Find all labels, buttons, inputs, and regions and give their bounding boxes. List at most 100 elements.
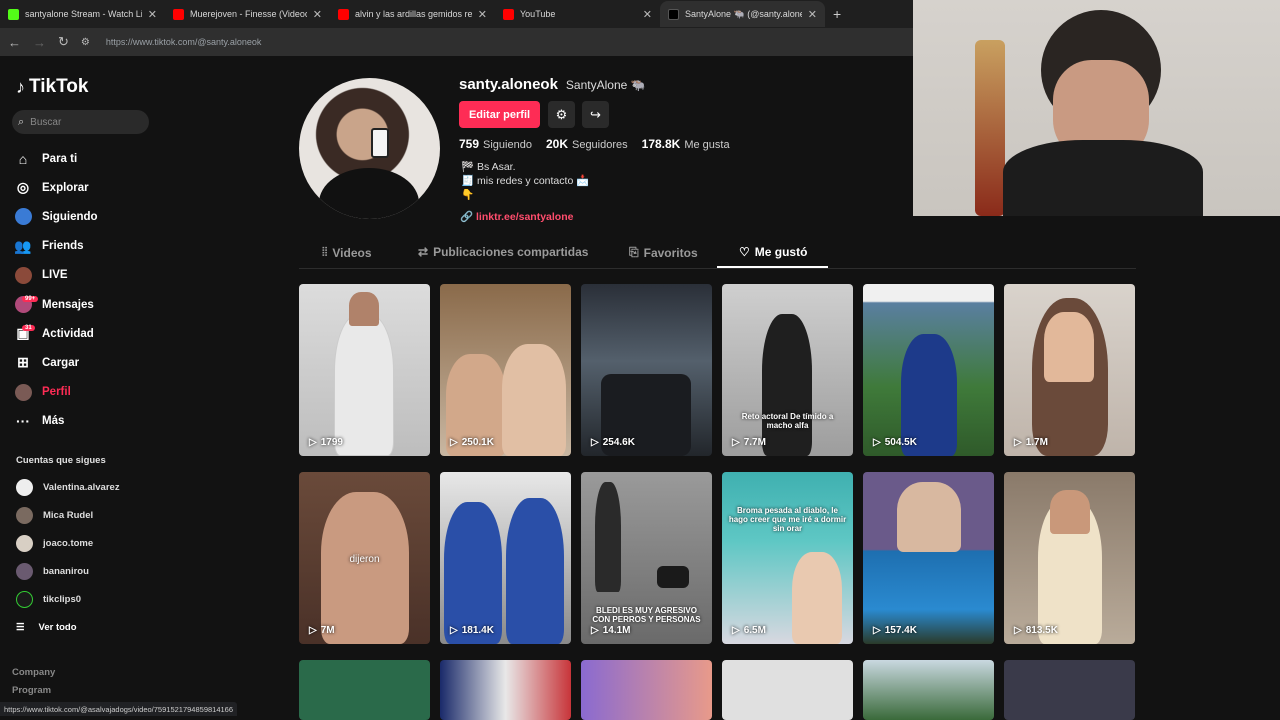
youtube-icon — [338, 8, 349, 20]
close-tab-icon[interactable]: ✕ — [148, 8, 157, 21]
views-text: 181.4K — [461, 625, 494, 636]
profile-link[interactable]: 🔗 linktr.ee/santyalone — [460, 210, 573, 223]
close-tab-icon[interactable]: ✕ — [313, 8, 322, 21]
play-icon: ▷ — [732, 625, 740, 636]
search-placeholder: Buscar — [30, 116, 62, 128]
avatar — [16, 506, 33, 524]
grid-icon: ⦙⦙ — [322, 245, 328, 259]
nav-mas[interactable]: ··· Más — [14, 407, 98, 436]
avatar — [16, 562, 33, 580]
kick-icon — [8, 8, 19, 20]
video-card[interactable]: ▷ 250.1K — [440, 284, 571, 456]
close-tab-icon[interactable]: ✕ — [808, 8, 817, 21]
video-card[interactable]: ▷ 1.7M — [1004, 284, 1135, 456]
video-card[interactable]: ▷ 1799 — [299, 284, 430, 456]
compass-icon: ◎ — [16, 179, 30, 196]
video-card[interactable] — [863, 660, 994, 720]
sidebar-footer: Company Program — [12, 664, 55, 700]
play-icon: ▷ — [591, 625, 599, 636]
video-card[interactable]: Broma pesada al diablo, le hago creer qu… — [722, 472, 853, 644]
new-tab-icon[interactable]: + — [825, 6, 841, 22]
video-card[interactable]: BLEDI ES MUY AGRESIVO CON PERROS Y PERSO… — [581, 472, 712, 644]
following-account[interactable]: tikclips0 — [16, 585, 120, 613]
url-field[interactable]: https://www.tiktok.com/@santy.aloneok — [106, 37, 262, 47]
tab-liked[interactable]: ♡ Me gustó — [739, 245, 807, 259]
settings-icon[interactable]: ⚙ — [548, 101, 575, 128]
webcam-overlay — [913, 0, 1280, 216]
nav-siguiendo[interactable]: Siguiendo — [14, 202, 98, 231]
tab-label: Publicaciones compartidas — [433, 245, 589, 259]
close-tab-icon[interactable]: ✕ — [643, 8, 652, 21]
video-card[interactable] — [299, 660, 430, 720]
tiktok-icon — [668, 8, 679, 20]
tab-videos[interactable]: ⦙⦙ Videos — [322, 245, 372, 260]
video-card[interactable] — [1004, 660, 1135, 720]
stat-following[interactable]: 759 Siguiendo — [459, 137, 532, 151]
view-count: ▷ 181.4K — [450, 625, 494, 636]
browser-tab[interactable]: YouTube ✕ — [495, 1, 660, 27]
share-icon[interactable]: ↪ — [582, 101, 609, 128]
video-caption: BLEDI ES MUY AGRESIVO CON PERROS Y PERSO… — [592, 606, 701, 624]
nav-label: Explorar — [42, 181, 89, 194]
tab-title: alvin y las ardillas gemidos resu — [355, 9, 472, 19]
footer-link-program[interactable]: Program — [12, 682, 55, 700]
browser-tab[interactable]: santyalone Stream - Watch Live ✕ — [0, 1, 165, 27]
play-icon: ▷ — [450, 437, 458, 448]
address-bar: ← → ↻ ⚙ https://www.tiktok.com/@santy.al… — [0, 28, 913, 56]
video-card[interactable]: dijeron ▷ 7M — [299, 472, 430, 644]
search-input[interactable]: ⌕ Buscar — [12, 110, 149, 134]
video-card[interactable] — [581, 660, 712, 720]
stat-followers[interactable]: 20K Seguidores — [546, 137, 628, 151]
close-tab-icon[interactable]: ✕ — [478, 8, 487, 21]
nav-para-ti[interactable]: ⌂ Para ti — [14, 144, 98, 173]
view-count: ▷ 504.5K — [873, 437, 917, 448]
tab-favorites[interactable]: ⎘ Favoritos — [629, 245, 698, 260]
following-account[interactable]: Mica Rudel — [16, 501, 120, 529]
tab-label: Favoritos — [643, 245, 698, 260]
back-icon[interactable]: ← — [8, 35, 21, 50]
browser-tab-strip: santyalone Stream - Watch Live ✕ Muerejov… — [0, 0, 913, 28]
see-all-link[interactable]: ☰ Ver todo — [16, 622, 77, 633]
edit-profile-button[interactable]: Editar perfil — [459, 101, 540, 128]
video-card[interactable] — [440, 660, 571, 720]
views-text: 504.5K — [884, 437, 917, 448]
play-icon: ▷ — [309, 625, 317, 636]
heart-icon: ♡ — [739, 245, 750, 259]
nav-perfil[interactable]: Perfil — [14, 378, 98, 407]
video-card[interactable]: ▷ 504.5K — [863, 284, 994, 456]
reload-icon[interactable]: ↻ — [58, 34, 69, 50]
stat-label: Siguiendo — [483, 139, 532, 151]
nav-mensajes[interactable]: 99+ Mensajes — [14, 290, 98, 319]
tiktok-logo[interactable]: ♪ TikTok — [16, 76, 88, 98]
video-card[interactable]: ▷ 181.4K — [440, 472, 571, 644]
video-card[interactable] — [722, 660, 853, 720]
account-name: tikclips0 — [43, 593, 82, 605]
video-card[interactable]: ▷ 813.5K — [1004, 472, 1135, 644]
nav-friends[interactable]: 👥 Friends — [14, 232, 98, 261]
tab-title: SantyAlone 🐃 (@santy.aloneok — [685, 8, 802, 19]
nav-actividad[interactable]: ▣ 31 Actividad — [14, 319, 98, 348]
following-account[interactable]: bananirou — [16, 557, 120, 585]
browser-tab[interactable]: alvin y las ardillas gemidos resu ✕ — [330, 1, 495, 27]
video-card[interactable]: Reto actoral De tímido a macho alfa ▷ 7.7… — [722, 284, 853, 456]
video-card[interactable]: ▷ 254.6K — [581, 284, 712, 456]
browser-tab[interactable]: Muerejoven - Finesse (Videoclip ✕ — [165, 1, 330, 27]
nav-label: Siguiendo — [42, 210, 98, 223]
browser-tab-active[interactable]: SantyAlone 🐃 (@santy.aloneok ✕ — [660, 1, 825, 27]
footer-link-company[interactable]: Company — [12, 664, 55, 682]
nav-label: Para ti — [42, 152, 78, 165]
video-card[interactable]: ▷ 157.4K — [863, 472, 994, 644]
views-text: 157.4K — [884, 625, 917, 636]
tab-reposts[interactable]: ⇄ Publicaciones compartidas — [418, 245, 588, 259]
site-info-icon[interactable]: ⚙ — [81, 37, 90, 48]
stat-value: 178.8K — [641, 137, 681, 151]
nav-cargar[interactable]: ⊞ Cargar — [14, 348, 98, 377]
tiktok-note-icon: ♪ — [16, 76, 25, 97]
following-account[interactable]: Valentina.alvarez — [16, 473, 120, 501]
nav-live[interactable]: LIVE — [14, 261, 98, 290]
following-account[interactable]: joaco.tome — [16, 529, 120, 557]
view-count: ▷ 1.7M — [1014, 437, 1048, 448]
forward-icon[interactable]: → — [33, 35, 46, 50]
nav-explorar[interactable]: ◎ Explorar — [14, 173, 98, 202]
view-count: ▷ 6.5M — [732, 625, 766, 636]
